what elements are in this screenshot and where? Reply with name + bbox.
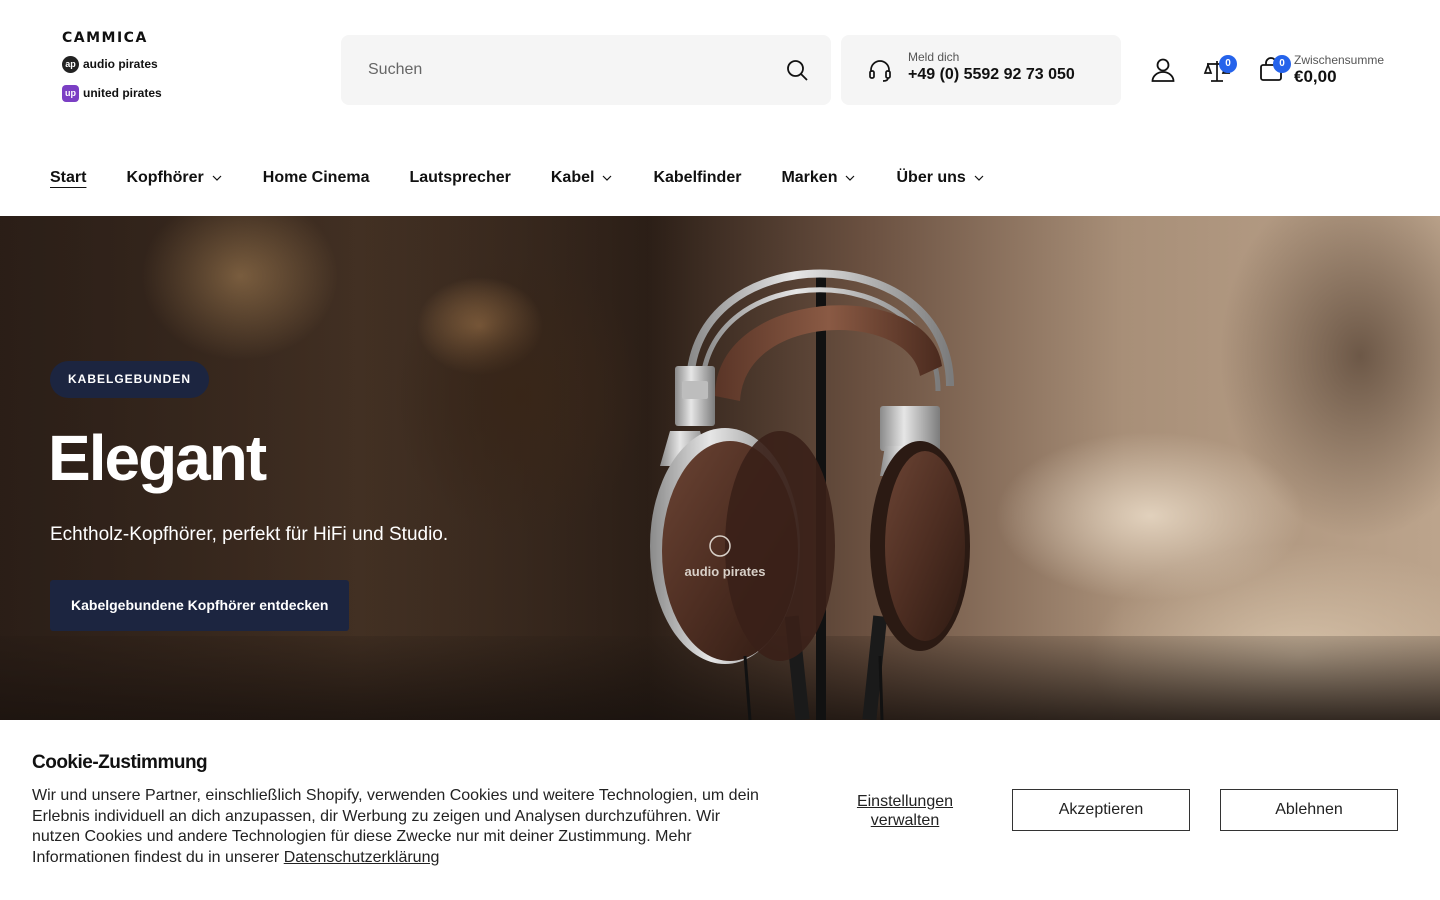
- search-icon[interactable]: [785, 58, 809, 82]
- compare-count-badge: 0: [1219, 55, 1237, 73]
- cart-count-badge: 0: [1273, 55, 1291, 73]
- search-bar: [341, 35, 831, 105]
- nav-item-start[interactable]: Start: [50, 158, 86, 198]
- nav-item-lautsprecher[interactable]: Lautsprecher: [409, 158, 510, 198]
- nav-item-label: Kabel: [550, 169, 595, 186]
- cammica-logo[interactable]: CAMMICA: [62, 28, 202, 48]
- user-icon[interactable]: [1149, 56, 1177, 84]
- headset-icon: [869, 60, 891, 82]
- chevron-down-icon: [603, 175, 612, 181]
- hero-subtitle: Echtholz-Kopfhörer, perfekt für HiFi und…: [50, 524, 449, 545]
- cookie-consent-banner: Cookie-Zustimmung Wir und unsere Partner…: [0, 720, 1440, 900]
- brand-logos[interactable]: CAMMICA ap audio pirates up united pirat…: [62, 28, 202, 104]
- chevron-down-icon: [974, 175, 984, 181]
- nav-item-label: Lautsprecher: [409, 169, 511, 186]
- privacy-policy-link[interactable]: Datenschutzerklärung: [284, 849, 440, 866]
- nav-item-ueber-uns[interactable]: Über uns: [896, 158, 984, 198]
- chevron-down-icon: [212, 175, 222, 181]
- cart-subtotal-value[interactable]: €0,00: [1294, 67, 1337, 87]
- audio-pirates-logo-text: audio pirates: [83, 57, 158, 71]
- cookie-description: Wir und unsere Partner, einschließlich S…: [32, 786, 772, 869]
- headphones-product-image: audio pirates: [650, 269, 970, 720]
- manage-settings-button[interactable]: Einstellungen verwalten: [845, 792, 965, 830]
- hero-cta-button[interactable]: Kabelgebundene Kopfhörer entdecken: [50, 580, 350, 631]
- united-pirates-logo[interactable]: up united pirates: [62, 82, 202, 104]
- nav-item-label: Start: [50, 169, 87, 186]
- united-pirates-logo-text: united pirates: [83, 86, 162, 100]
- cookie-title: Cookie-Zustimmung: [32, 752, 208, 773]
- contact-label: Meld dich: [908, 50, 960, 64]
- hero-banner: audio pirates KABELGEBUNDEN Elegant Echt…: [0, 216, 1440, 720]
- nav-item-kabel[interactable]: Kabel: [551, 158, 614, 198]
- united-pirates-logo-icon: up: [62, 84, 79, 102]
- nav-item-label: Über uns: [896, 169, 966, 186]
- nav-item-label: Kopfhörer: [126, 169, 204, 186]
- search-input[interactable]: [341, 35, 761, 105]
- nav-item-kabelfinder[interactable]: Kabelfinder: [653, 158, 741, 198]
- nav-item-label: Marken: [781, 169, 838, 186]
- nav-item-kopfhoerer[interactable]: Kopfhörer: [126, 158, 222, 198]
- site-header: CAMMICA ap audio pirates up united pirat…: [0, 0, 1440, 140]
- nav-item-label: Home Cinema: [262, 169, 370, 186]
- contact-box[interactable]: Meld dich +49 (0) 5592 92 73 050: [841, 35, 1121, 105]
- hero-title: Elegant: [48, 422, 267, 494]
- audio-pirates-logo[interactable]: ap audio pirates: [62, 53, 202, 75]
- headphones-brand-engraving: audio pirates: [685, 564, 766, 579]
- decline-cookies-button[interactable]: Ablehnen: [1220, 789, 1398, 831]
- audio-pirates-logo-icon: ap: [62, 55, 79, 73]
- hero-category-tag: KABELGEBUNDEN: [50, 361, 210, 398]
- nav-item-home-cinema[interactable]: Home Cinema: [263, 158, 370, 198]
- accept-cookies-button[interactable]: Akzeptieren: [1012, 789, 1190, 831]
- cart-subtotal-label: Zwischensumme: [1294, 53, 1385, 67]
- contact-phone[interactable]: +49 (0) 5592 92 73 050: [908, 66, 1075, 84]
- chevron-down-icon: [846, 175, 855, 181]
- nav-item-label: Kabelfinder: [653, 169, 742, 186]
- nav-item-marken[interactable]: Marken: [781, 158, 856, 198]
- main-navigation: Start Kopfhörer Home Cinema Lautsprecher…: [50, 158, 1025, 198]
